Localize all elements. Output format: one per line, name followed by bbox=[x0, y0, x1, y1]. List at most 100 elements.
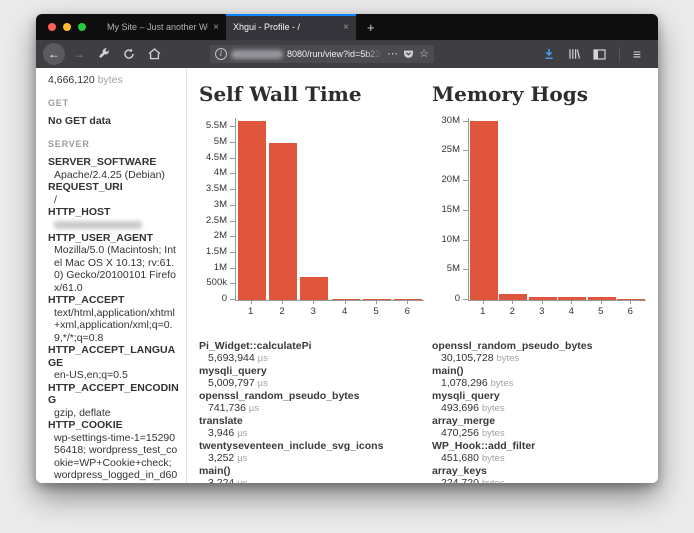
self-wall-time-title: Self Wall Time bbox=[199, 82, 432, 106]
server-entry-value: / bbox=[48, 194, 179, 207]
window-controls bbox=[36, 14, 100, 40]
profile-main: Self Wall Time 0500k1M1.5M2M2.5M3M3.5M4M… bbox=[187, 68, 658, 483]
url-bar[interactable]: i 8080/run/view?id=5b238d84421aa9004b680… bbox=[210, 45, 434, 63]
function-value-number: 1,078,296 bbox=[441, 377, 491, 389]
close-window-button[interactable] bbox=[48, 23, 56, 31]
toolbar-divider bbox=[619, 47, 620, 62]
y-tick-label: 10M bbox=[442, 234, 460, 245]
server-entry-value: gzip, deflate bbox=[48, 407, 179, 420]
pocket-icon[interactable] bbox=[403, 49, 414, 60]
y-tick-label: 1.5M bbox=[206, 246, 227, 257]
x-tick-label: 4 bbox=[557, 306, 587, 317]
chart-bar-5[interactable] bbox=[363, 299, 391, 300]
chart-bar-6[interactable] bbox=[617, 299, 645, 300]
wrench-icon[interactable] bbox=[93, 43, 115, 65]
memory-hogs-title: Memory Hogs bbox=[432, 82, 654, 106]
tab-xhgui-profile[interactable]: Xhgui - Profile - / × bbox=[226, 14, 356, 40]
function-value-number: 5,693,944 bbox=[208, 352, 258, 364]
function-name-link[interactable]: main() bbox=[432, 365, 654, 377]
tab-my-site[interactable]: My Site – Just another WordPress s × bbox=[100, 14, 226, 40]
y-axis: 05M10M15M20M25M30M bbox=[432, 118, 468, 300]
function-value: 741,736 µs bbox=[199, 402, 432, 415]
x-tick-label: 2 bbox=[266, 306, 297, 317]
chart-bar-1[interactable] bbox=[470, 121, 498, 300]
list-item: openssl_random_pseudo_bytes741,736 µs bbox=[199, 390, 432, 415]
list-item: openssl_random_pseudo_bytes30,105,728 by… bbox=[432, 340, 654, 365]
function-value: 5,009,797 µs bbox=[199, 377, 432, 390]
page-actions-icon[interactable]: ⋯ bbox=[387, 49, 398, 60]
function-name-link[interactable]: twentyseventeen_include_svg_icons bbox=[199, 440, 432, 452]
function-name-link[interactable]: WP_Hook::add_filter bbox=[432, 440, 654, 452]
chart-bar-3[interactable] bbox=[529, 297, 557, 300]
function-name-link[interactable]: mysqli_query bbox=[199, 365, 432, 377]
memory-hogs-list: openssl_random_pseudo_bytes30,105,728 by… bbox=[432, 340, 654, 483]
y-tick-label: 4M bbox=[214, 167, 227, 178]
navigation-toolbar: ← → i 8080/run/view?id=5b238d84421aa9004… bbox=[36, 40, 658, 68]
bookmark-star-icon[interactable]: ☆ bbox=[419, 49, 429, 60]
zoom-window-button[interactable] bbox=[78, 23, 86, 31]
chart-bar-4[interactable] bbox=[558, 297, 586, 300]
chart-bar-2[interactable] bbox=[499, 294, 527, 300]
chart-bar-2[interactable] bbox=[269, 143, 297, 300]
list-item: main()3,224 µs bbox=[199, 465, 432, 483]
x-tick-mark bbox=[251, 301, 252, 304]
function-name-link[interactable]: openssl_random_pseudo_bytes bbox=[199, 390, 432, 402]
plot-area: 123456 bbox=[468, 118, 646, 322]
function-value-number: 741,736 bbox=[208, 402, 249, 414]
minimize-window-button[interactable] bbox=[63, 23, 71, 31]
new-tab-button[interactable]: + bbox=[356, 14, 386, 40]
x-tick-label: 5 bbox=[586, 306, 616, 317]
back-button[interactable]: ← bbox=[43, 43, 65, 65]
tab-close-icon[interactable]: × bbox=[343, 22, 349, 33]
function-value: 3,224 µs bbox=[199, 477, 432, 483]
function-value-number: 3,946 bbox=[208, 427, 237, 439]
y-tick-label: 1M bbox=[214, 262, 227, 273]
url-text: 8080/run/view?id=5b238d84421aa9004b680ac bbox=[287, 49, 382, 59]
library-icon[interactable] bbox=[563, 43, 585, 65]
chart-bar-1[interactable] bbox=[238, 121, 266, 300]
y-tick-label: 20M bbox=[442, 174, 460, 185]
page-info-icon[interactable]: i bbox=[215, 48, 227, 60]
menu-icon[interactable]: ≡ bbox=[626, 43, 648, 65]
home-button[interactable] bbox=[143, 43, 165, 65]
server-entry-label: HTTP_ACCEPT bbox=[48, 294, 179, 307]
function-value: 3,946 µs bbox=[199, 427, 432, 440]
redacted-host bbox=[231, 50, 283, 59]
server-entry-label: HTTP_HOST bbox=[48, 206, 179, 219]
forward-button[interactable]: → bbox=[68, 43, 90, 65]
function-value-number: 30,105,728 bbox=[441, 352, 496, 364]
function-name-link[interactable]: mysqli_query bbox=[432, 390, 654, 402]
tab-title: My Site – Just another WordPress s bbox=[107, 22, 208, 32]
function-name-link[interactable]: translate bbox=[199, 415, 432, 427]
function-value: 470,256 bytes bbox=[432, 427, 654, 440]
list-item: translate3,946 µs bbox=[199, 415, 432, 440]
function-name-link[interactable]: Pi_Widget::calculatePi bbox=[199, 340, 432, 352]
chart-bar-6[interactable] bbox=[394, 299, 422, 300]
y-tick-label: 5M bbox=[447, 263, 460, 274]
chart-bar-4[interactable] bbox=[332, 299, 360, 300]
y-tick-label: 5M bbox=[214, 136, 227, 147]
y-tick-label: 2M bbox=[214, 230, 227, 241]
function-value-unit: bytes bbox=[482, 403, 505, 414]
function-name-link[interactable]: main() bbox=[199, 465, 432, 477]
server-entry-value: text/html,application/xhtml+xml,applicat… bbox=[48, 307, 179, 345]
chart-bar-3[interactable] bbox=[300, 277, 328, 300]
function-value-unit: bytes bbox=[491, 378, 514, 389]
download-icon[interactable] bbox=[538, 43, 560, 65]
function-name-link[interactable]: array_keys bbox=[432, 465, 654, 477]
x-tick-label: 2 bbox=[498, 306, 528, 317]
x-tick-label: 1 bbox=[468, 306, 498, 317]
y-tick-label: 500k bbox=[206, 277, 227, 288]
x-tick-mark bbox=[376, 301, 377, 304]
sidebar-toggle-icon[interactable] bbox=[588, 43, 610, 65]
y-tick-label: 4.5M bbox=[206, 152, 227, 163]
function-name-link[interactable]: openssl_random_pseudo_bytes bbox=[432, 340, 654, 352]
list-item: Pi_Widget::calculatePi5,693,944 µs bbox=[199, 340, 432, 365]
reload-button[interactable] bbox=[118, 43, 140, 65]
y-tick-label: 0 bbox=[222, 293, 227, 304]
chart-bar-5[interactable] bbox=[588, 297, 616, 300]
y-tick-label: 3.5M bbox=[206, 183, 227, 194]
server-entry-label: SERVER_SOFTWARE bbox=[48, 156, 179, 169]
tab-close-icon[interactable]: × bbox=[213, 22, 219, 33]
function-name-link[interactable]: array_merge bbox=[432, 415, 654, 427]
